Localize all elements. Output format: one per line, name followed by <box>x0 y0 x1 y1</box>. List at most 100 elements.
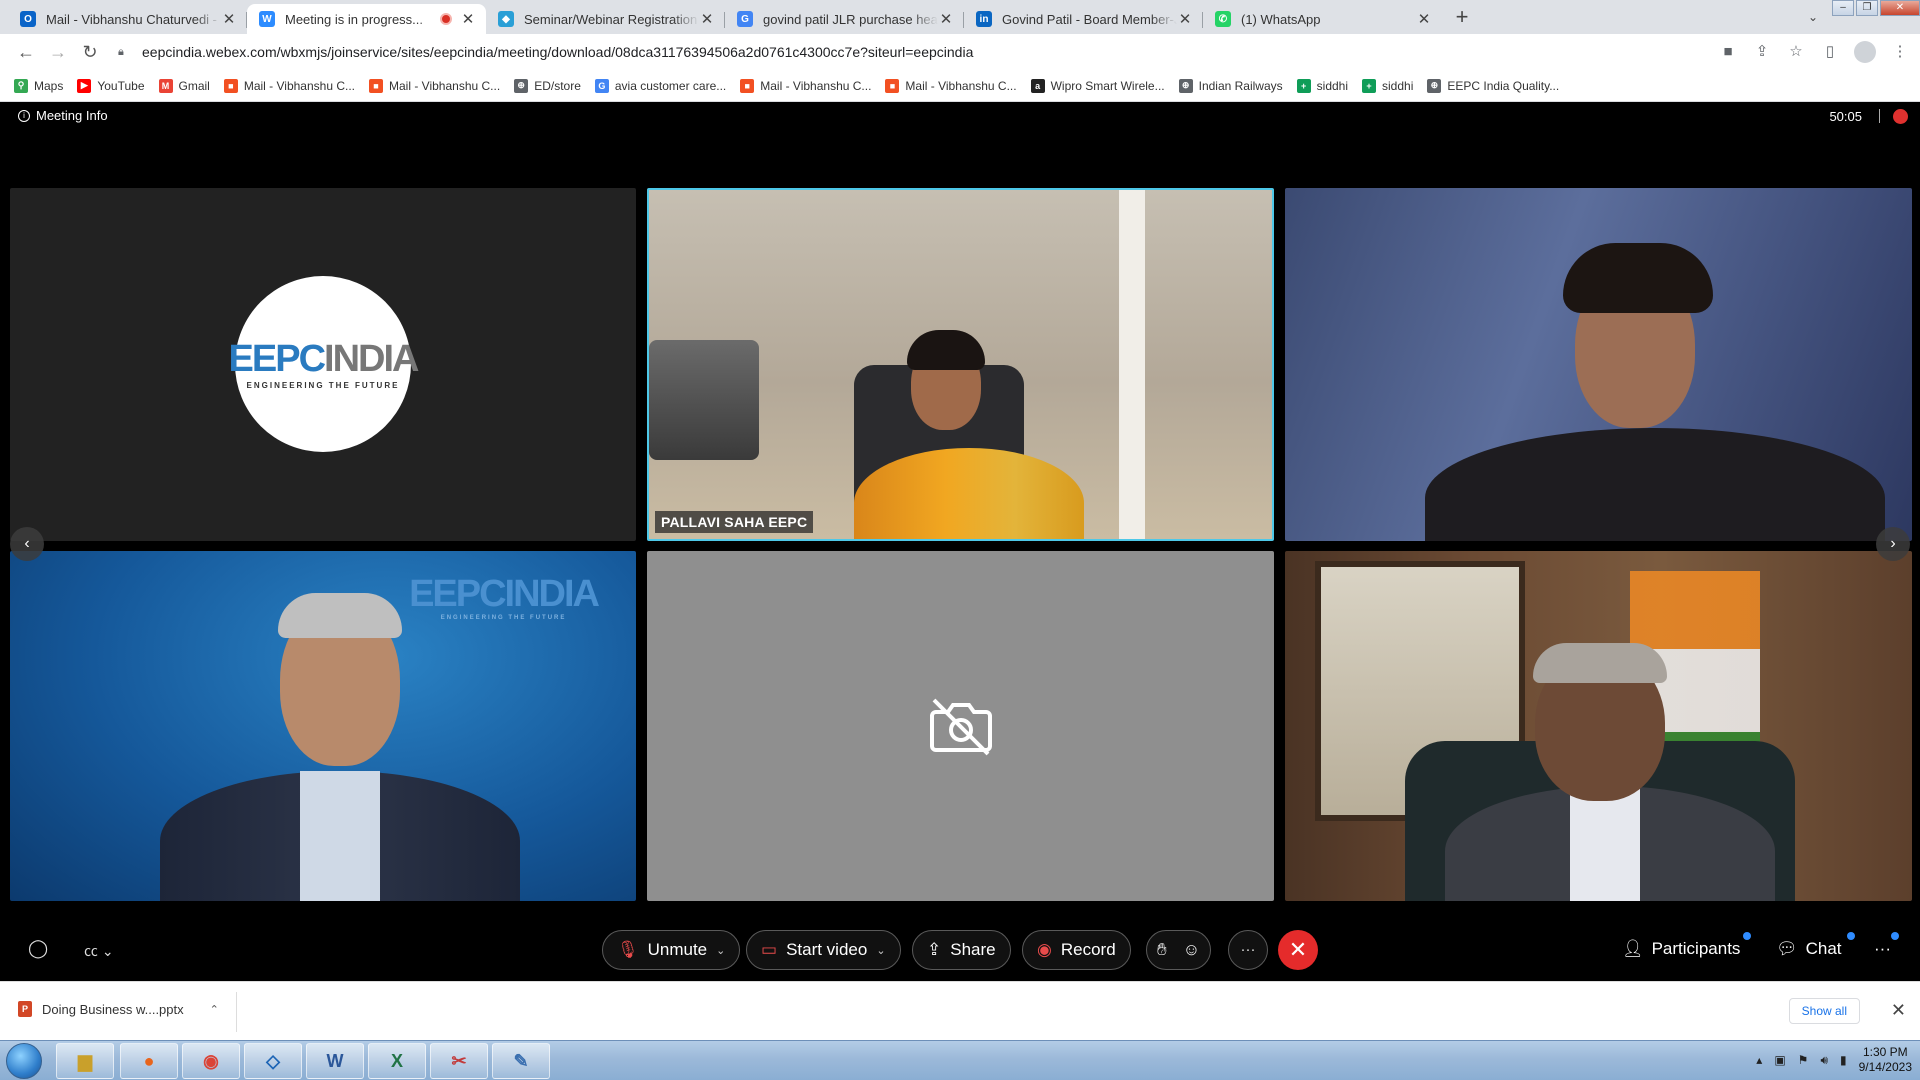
word-taskbar-icon[interactable]: W <box>306 1043 364 1079</box>
close-tab-icon[interactable]: ✕ <box>699 10 715 28</box>
close-window-button[interactable]: ✕ <box>1880 0 1920 16</box>
maximize-button[interactable]: ❐ <box>1856 0 1878 16</box>
participants-button[interactable]: 👤︎ Participants <box>1622 939 1740 959</box>
participant-tile-active-speaker[interactable]: PALLAVI SAHA EEPC <box>647 188 1274 541</box>
bookmark-item[interactable]: ⚲ Maps <box>14 78 63 93</box>
excel-taskbar-icon[interactable]: X <box>368 1043 426 1079</box>
bookmark-label: Gmail <box>178 78 210 93</box>
bookmark-item[interactable]: ■ Mail - Vibhanshu C... <box>740 78 871 93</box>
profile-avatar[interactable] <box>1854 41 1876 63</box>
powerpoint-file-icon: P <box>18 1001 32 1017</box>
close-tab-icon[interactable]: ✕ <box>1416 10 1432 28</box>
browser-tab[interactable]: in Govind Patil - Board Member-JLR✕ <box>964 4 1203 34</box>
bookmark-item[interactable]: Gavia customer care... <box>594 78 726 93</box>
bookmark-item[interactable]: ■ Mail - Vibhanshu C... <box>369 78 500 93</box>
back-button[interactable]: ← <box>10 42 42 63</box>
browser-tab[interactable]: W Meeting is in progress... ✕ <box>247 4 486 34</box>
overflow-menu-icon[interactable]: ··· <box>1874 939 1891 959</box>
google-icon: G <box>737 11 753 27</box>
share-icon: ⇪ <box>927 940 942 959</box>
window-controls: ⌄ – ❐ ✕ <box>1808 0 1920 24</box>
bookmark-favicon-icon: ■ <box>369 78 384 93</box>
browser-menu-icon[interactable]: ⋮ <box>1890 42 1910 62</box>
raise-hand-icon[interactable]: ✋︎ <box>1157 940 1167 960</box>
bookmark-item[interactable]: ⊕ ED/store <box>514 78 581 93</box>
close-tab-icon[interactable]: ✕ <box>1177 10 1193 28</box>
layout-icon[interactable]: ◯ <box>28 938 48 959</box>
chevron-down-icon[interactable]: ⌄ <box>876 944 885 957</box>
previous-page-arrow-icon[interactable]: ‹ <box>10 527 44 561</box>
bookmark-item[interactable]: a Wipro Smart Wirele... <box>1030 78 1165 93</box>
bookmark-label: siddhi <box>1316 78 1349 93</box>
mic-muted-icon: 🎙︎ <box>617 940 639 959</box>
bookmark-item[interactable]: + siddhi <box>1362 78 1413 93</box>
power-icon[interactable]: ▮ <box>1840 1053 1847 1067</box>
bookmark-label: Indian Railways <box>1198 78 1283 93</box>
leave-meeting-button[interactable]: ✕ <box>1278 930 1318 970</box>
bookmark-item[interactable]: ▶ YouTube <box>77 78 145 93</box>
download-filename: Doing Business w....pptx <box>42 1001 184 1017</box>
action-center-flag-icon[interactable]: ⚑ <box>1798 1053 1809 1067</box>
record-button[interactable]: ◉ Record <box>1022 930 1131 970</box>
camera-in-use-icon[interactable]: ■ <box>1718 42 1738 62</box>
bookmark-item[interactable]: + siddhi <box>1296 78 1349 93</box>
background-bag <box>649 340 759 460</box>
forward-button[interactable]: → <box>42 42 74 63</box>
bookmark-item[interactable]: ⊕ Indian Railways <box>1178 78 1283 93</box>
browser-tab[interactable]: ◆ Seminar/Webinar Registration Po ✕ <box>486 4 725 34</box>
next-page-arrow-icon[interactable]: › <box>1876 527 1910 561</box>
bookmark-star-icon[interactable]: ☆ <box>1786 42 1806 62</box>
bookmark-item[interactable]: ■ Mail - Vibhanshu C... <box>223 78 355 93</box>
firefox-taskbar-icon[interactable]: ● <box>120 1043 178 1079</box>
participant-tile-4[interactable]: EEPCINDIA ENGINEERING THE FUTURE <box>10 551 636 901</box>
recording-indicator-icon[interactable] <box>1893 109 1908 124</box>
meeting-info-button[interactable]: i Meeting Info <box>18 108 108 123</box>
participant-tile-camera-off[interactable] <box>647 551 1274 901</box>
reload-button[interactable]: ↻ <box>74 42 106 63</box>
participant-tile-3[interactable] <box>1285 188 1912 541</box>
more-options-button[interactable]: ··· <box>1228 930 1268 970</box>
close-tab-icon[interactable]: ✕ <box>221 10 237 28</box>
side-panel-icon[interactable]: ▯ <box>1820 42 1840 62</box>
minimize-button[interactable]: – <box>1832 0 1854 16</box>
paint-taskbar-icon[interactable]: ✎ <box>492 1043 550 1079</box>
app-taskbar-icon[interactable]: ◇ <box>244 1043 302 1079</box>
address-bar[interactable]: 🔒︎ eepcindia.webex.com/wbxmjs/joinservic… <box>118 38 1706 66</box>
chevron-down-icon[interactable]: ⌄ <box>716 944 725 957</box>
chrome-taskbar-icon[interactable]: ◉ <box>182 1043 240 1079</box>
start-video-button[interactable]: ▭ Start video ⌄ <box>746 930 901 970</box>
reactions-icon[interactable]: ☺ <box>1183 940 1200 960</box>
chevron-up-icon[interactable]: ⌃ <box>210 1003 219 1016</box>
bookmark-item[interactable]: ⊕ EEPC India Quality... <box>1427 78 1559 93</box>
start-button[interactable] <box>6 1043 42 1079</box>
browser-toolbar: ← → ↻ 🔒︎ eepcindia.webex.com/wbxmjs/join… <box>0 34 1920 70</box>
tab-search-chevron-icon[interactable]: ⌄ <box>1802 6 1824 28</box>
bookmarks-bar: ⚲ Maps ▶ YouTube M Gmail ■ Mail - Vibhanshu C..… <box>0 70 1920 102</box>
participant-tile-6[interactable] <box>1285 551 1912 901</box>
participant-tile-logo[interactable]: EEPCINDIA ENGINEERING THE FUTURE <box>10 188 636 541</box>
show-hidden-icons-icon[interactable]: ▴ <box>1756 1053 1762 1067</box>
share-button[interactable]: ⇪ Share <box>912 930 1011 970</box>
new-tab-button[interactable]: + <box>1448 4 1476 32</box>
volume-icon[interactable]: 🔊︎ <box>1820 1053 1828 1068</box>
show-all-downloads-button[interactable]: Show all <box>1788 998 1860 1024</box>
browser-tab[interactable]: ✆ (1) WhatsApp ✕ <box>1203 4 1442 34</box>
close-tab-icon[interactable]: ✕ <box>460 10 476 28</box>
share-page-icon[interactable]: ⇪ <box>1752 42 1772 62</box>
bookmark-item[interactable]: ■ Mail - Vibhanshu C... <box>885 78 1017 93</box>
captions-menu-icon[interactable]: ㏄ ⌄ <box>84 941 114 961</box>
chat-button[interactable]: 💬︎ Chat <box>1776 939 1842 959</box>
unmute-button[interactable]: 🎙︎ Unmute ⌄ <box>602 930 741 970</box>
browser-tab[interactable]: O Mail - Vibhanshu Chaturvedi - O ✕ <box>8 4 247 34</box>
network-icon[interactable]: ▣ <box>1774 1053 1785 1067</box>
bookmark-item[interactable]: M Gmail <box>158 78 210 93</box>
lock-icon[interactable]: 🔒︎ <box>118 46 142 59</box>
meeting-timer: 50:05 <box>1829 109 1862 124</box>
snipping-tool-taskbar-icon[interactable]: ✂ <box>430 1043 488 1079</box>
download-item[interactable]: P Doing Business w....pptx ⌃ <box>18 1001 219 1017</box>
file-explorer-taskbar-icon[interactable]: ▆ <box>56 1043 114 1079</box>
close-tab-icon[interactable]: ✕ <box>938 10 954 28</box>
browser-tab[interactable]: Ggovind patil JLR purchase head - ✕ <box>725 4 964 34</box>
system-clock[interactable]: 1:30 PM 9/14/2023 <box>1859 1045 1912 1075</box>
close-shelf-icon[interactable]: ✕ <box>1891 1000 1906 1021</box>
